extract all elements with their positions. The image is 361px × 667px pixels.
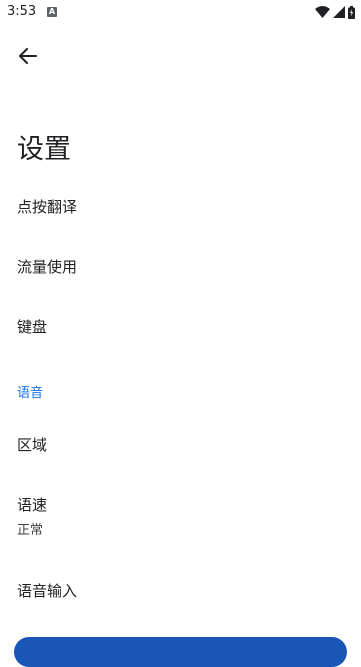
setting-label: 区域 — [17, 436, 48, 454]
setting-label: 键盘 — [17, 318, 48, 336]
setting-tap-to-translate[interactable]: 点按翻译 — [0, 186, 361, 230]
setting-data-usage[interactable]: 流量使用 — [0, 246, 361, 290]
setting-voice-input[interactable]: 语音输入 — [0, 570, 361, 614]
setting-speech-rate[interactable]: 语速 正常 — [0, 484, 361, 544]
battery-icon — [348, 5, 355, 19]
setting-value: 正常 — [17, 523, 44, 538]
setting-label: 流量使用 — [17, 258, 78, 276]
back-button[interactable] — [14, 44, 42, 68]
notification-a-icon: A — [47, 7, 57, 17]
setting-label: 语速 — [17, 496, 48, 514]
page-title: 设置 — [17, 134, 71, 165]
setting-keyboard[interactable]: 键盘 — [0, 306, 361, 350]
bottom-action-button[interactable] — [14, 637, 347, 667]
setting-region[interactable]: 区域 — [0, 424, 361, 468]
status-bar: 3:53 A — [0, 0, 361, 24]
wifi-icon — [315, 6, 330, 18]
status-icons — [315, 5, 355, 19]
cell-signal-icon — [333, 6, 345, 18]
status-time: 3:53 — [7, 4, 37, 19]
setting-label: 语音输入 — [17, 582, 78, 600]
arrow-back-icon — [19, 48, 37, 64]
section-header-voice: 语音 — [17, 386, 44, 401]
setting-label: 点按翻译 — [17, 198, 78, 216]
